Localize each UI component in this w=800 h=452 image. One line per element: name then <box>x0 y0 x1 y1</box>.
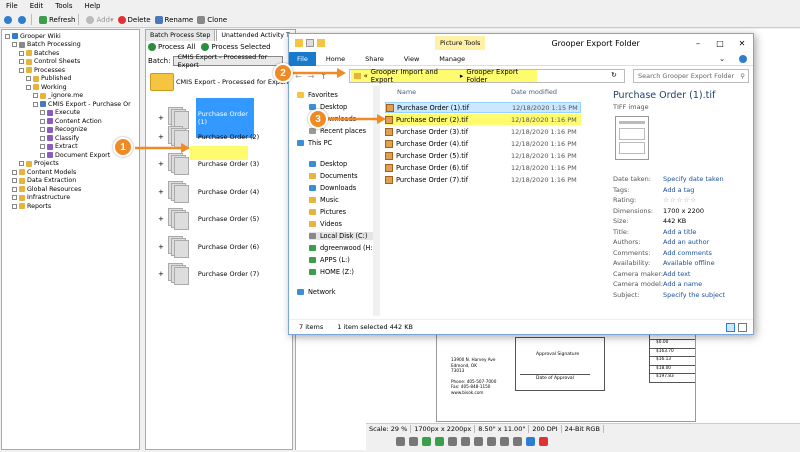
callout-1: 1 <box>113 137 133 157</box>
callout-arrows <box>135 68 386 153</box>
callout-2: 2 <box>273 63 293 83</box>
callout-3: 3 <box>308 109 328 129</box>
